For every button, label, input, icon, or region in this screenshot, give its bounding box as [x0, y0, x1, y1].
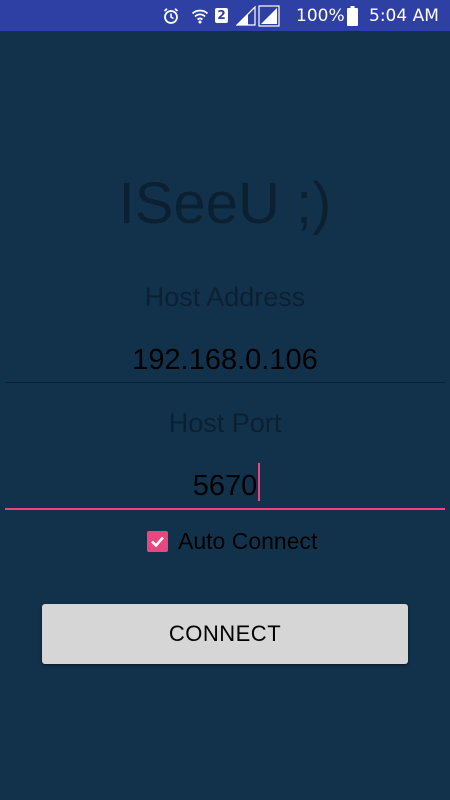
battery-icon [347, 0, 358, 31]
signal-icon [258, 0, 280, 31]
host-address-label: Host Address [144, 282, 306, 312]
auto-connect-label: Auto Connect [178, 527, 318, 554]
sim-badge-icon: 2 [215, 0, 228, 31]
status-bar: 2 100% 5:04 AM [0, 0, 450, 31]
host-port-label: Host Port [168, 408, 282, 438]
network-badge: 2 [215, 8, 228, 23]
auto-connect-checkbox[interactable]: Auto Connect [147, 526, 317, 556]
host-address-underline [5, 382, 445, 383]
wifi-icon [191, 0, 209, 31]
app-title: ISeeU ;) [118, 171, 332, 236]
checkbox-checked-icon[interactable] [147, 530, 168, 552]
host-address-input[interactable] [5, 335, 445, 385]
app-screen: 2 100% 5:04 AM ISeeU ;) Host Address 192… [0, 0, 450, 800]
text-cursor [258, 463, 260, 501]
host-port-underline [5, 508, 445, 510]
battery-percent: 100% [296, 5, 345, 26]
alarm-icon [162, 0, 180, 31]
connect-button[interactable]: CONNECT [42, 604, 408, 664]
host-port-input[interactable] [5, 461, 445, 511]
clock: 5:04 AM [369, 5, 439, 26]
signal-icon [236, 0, 256, 31]
